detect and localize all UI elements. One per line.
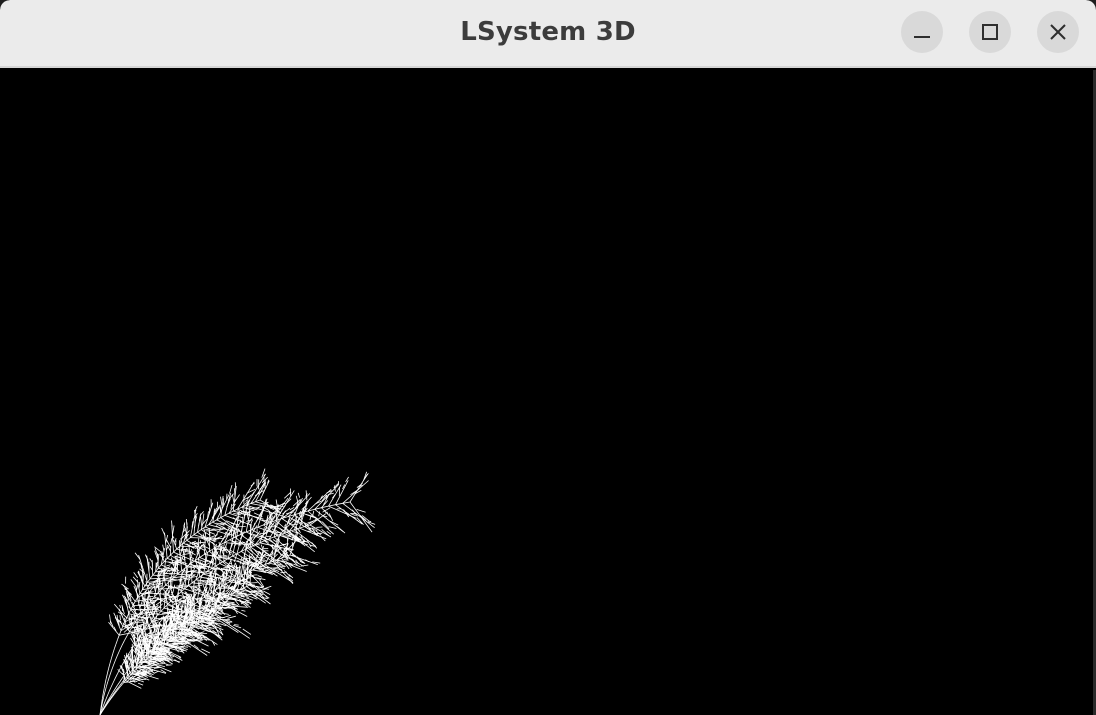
minimize-button[interactable] [901, 11, 943, 53]
app-window: LSystem 3D [0, 0, 1096, 715]
render-canvas[interactable] [0, 70, 1096, 715]
plant-branches [99, 468, 376, 715]
close-button[interactable] [1037, 11, 1079, 53]
title-bar[interactable]: LSystem 3D [0, 0, 1096, 68]
close-icon [1050, 24, 1066, 40]
lsystem-plant [99, 468, 376, 715]
minimize-icon [914, 36, 930, 38]
maximize-icon [982, 24, 998, 40]
maximize-button[interactable] [969, 11, 1011, 53]
